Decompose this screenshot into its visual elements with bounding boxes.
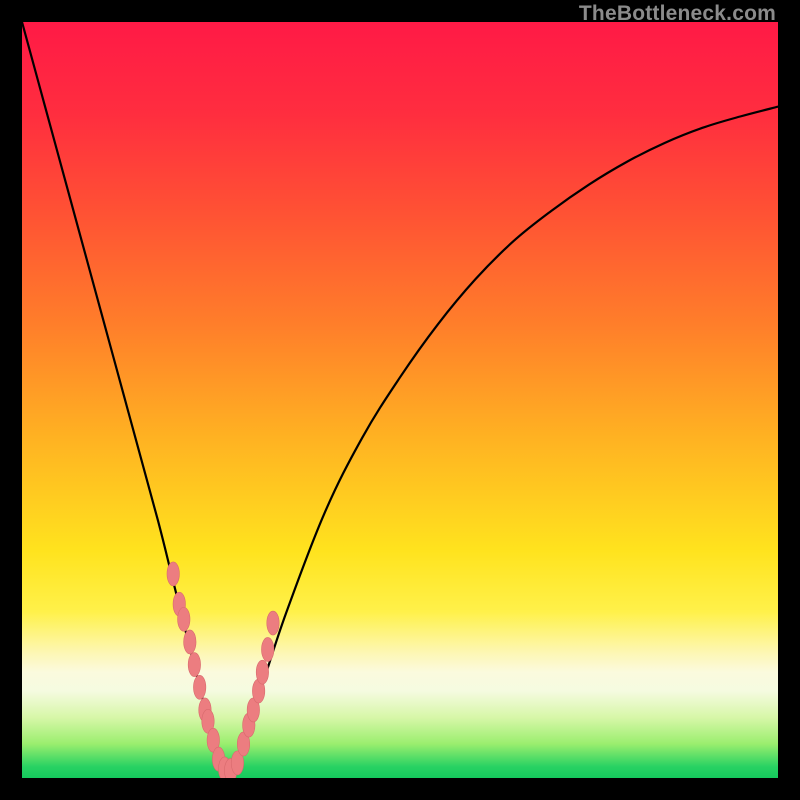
sample-marker (184, 630, 196, 654)
sample-marker (267, 611, 279, 635)
sample-marker (167, 562, 179, 586)
bottleneck-chart (22, 22, 778, 778)
sample-marker (262, 637, 274, 661)
sample-marker (178, 607, 190, 631)
sample-marker (188, 653, 200, 677)
chart-frame (22, 22, 778, 778)
sample-marker (256, 660, 268, 684)
gradient-background (22, 22, 778, 778)
watermark-label: TheBottleneck.com (579, 2, 776, 26)
sample-marker (193, 675, 205, 699)
